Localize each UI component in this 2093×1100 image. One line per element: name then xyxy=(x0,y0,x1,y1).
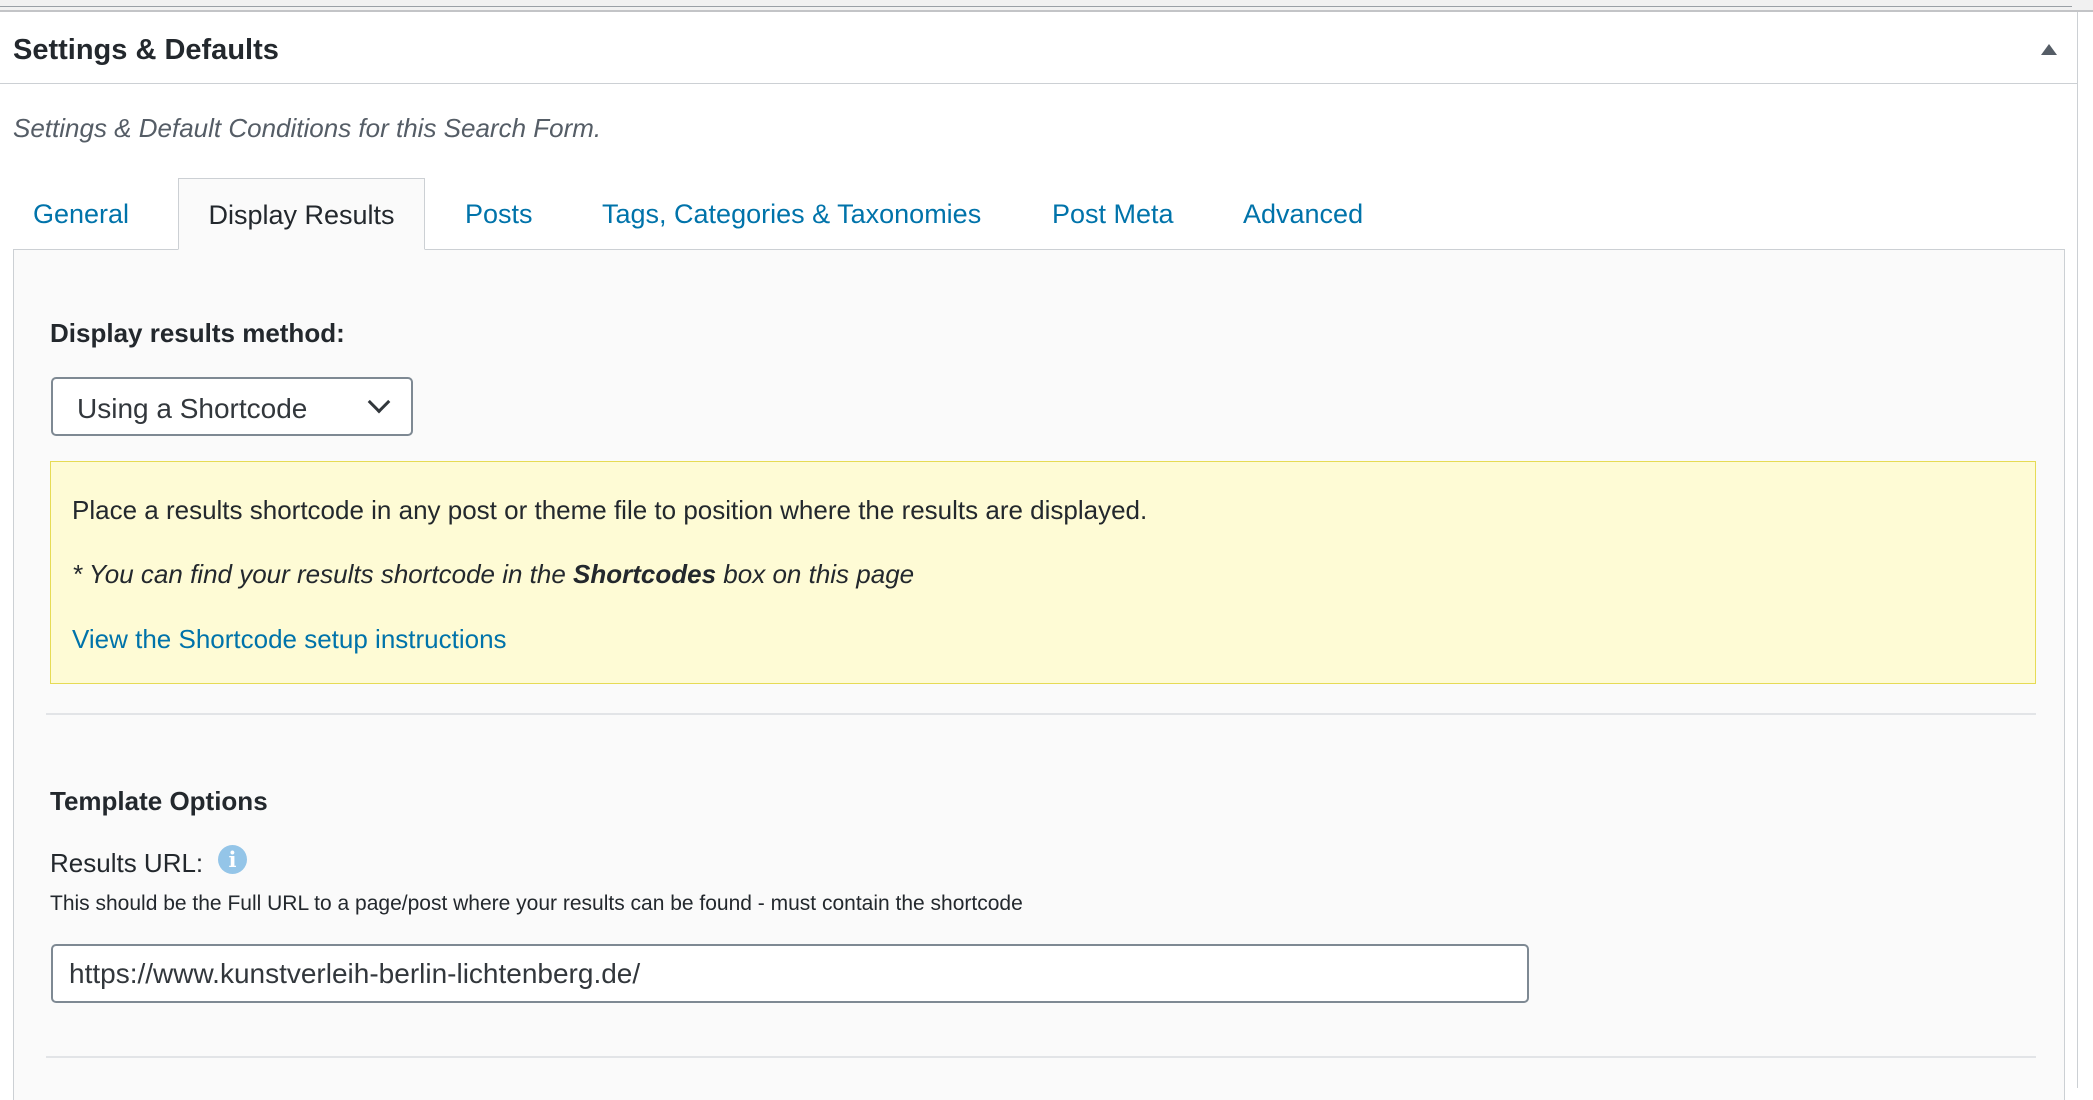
shortcode-instructions-link[interactable]: View the Shortcode setup instructions xyxy=(72,624,507,655)
tab-tags-categories-taxonomies[interactable]: Tags, Categories & Taxonomies xyxy=(602,178,981,250)
display-results-method-select[interactable]: Using a Shortcode xyxy=(51,377,413,436)
tab-general[interactable]: General xyxy=(33,178,129,250)
postbox-header[interactable]: Settings & Defaults xyxy=(0,12,2077,84)
notice-hint-bold: Shortcodes xyxy=(573,559,717,589)
divider xyxy=(46,1056,2036,1058)
tab-display-results[interactable]: Display Results xyxy=(178,178,425,250)
settings-tabs: General Display Results Posts Tags, Cate… xyxy=(13,178,2065,250)
postbox-description: Settings & Default Conditions for this S… xyxy=(13,113,602,143)
template-options-title: Template Options xyxy=(50,786,268,816)
collapse-arrow-icon[interactable] xyxy=(2041,44,2057,55)
tab-post-meta[interactable]: Post Meta xyxy=(1052,178,1174,250)
postbox-title: Settings & Defaults xyxy=(13,34,279,66)
results-url-help: This should be the Full URL to a page/po… xyxy=(50,892,1023,915)
shortcode-notice: Place a results shortcode in any post or… xyxy=(50,461,2036,684)
results-url-label: Results URL: xyxy=(50,848,204,878)
top-edge-strip xyxy=(0,0,2093,12)
notice-text: Place a results shortcode in any post or… xyxy=(72,495,1148,525)
settings-defaults-postbox: Settings & Defaults Settings & Default C… xyxy=(0,12,2078,1100)
notice-hint: * You can find your results shortcode in… xyxy=(72,559,914,590)
tab-posts[interactable]: Posts xyxy=(465,178,533,250)
top-edge-line xyxy=(0,0,2072,7)
display-results-method-label: Display results method: xyxy=(50,318,345,348)
tab-advanced[interactable]: Advanced xyxy=(1243,178,1363,250)
results-url-input[interactable] xyxy=(51,944,1529,1003)
display-results-panel: Display results method: Using a Shortcod… xyxy=(13,249,2065,1100)
divider xyxy=(46,713,2036,715)
chevron-down-icon xyxy=(367,390,391,414)
select-value: Using a Shortcode xyxy=(77,393,308,424)
info-icon[interactable]: i xyxy=(218,845,247,874)
notice-hint-prefix: * You can find your results shortcode in… xyxy=(72,559,574,589)
notice-hint-suffix: box on this page xyxy=(716,559,915,589)
